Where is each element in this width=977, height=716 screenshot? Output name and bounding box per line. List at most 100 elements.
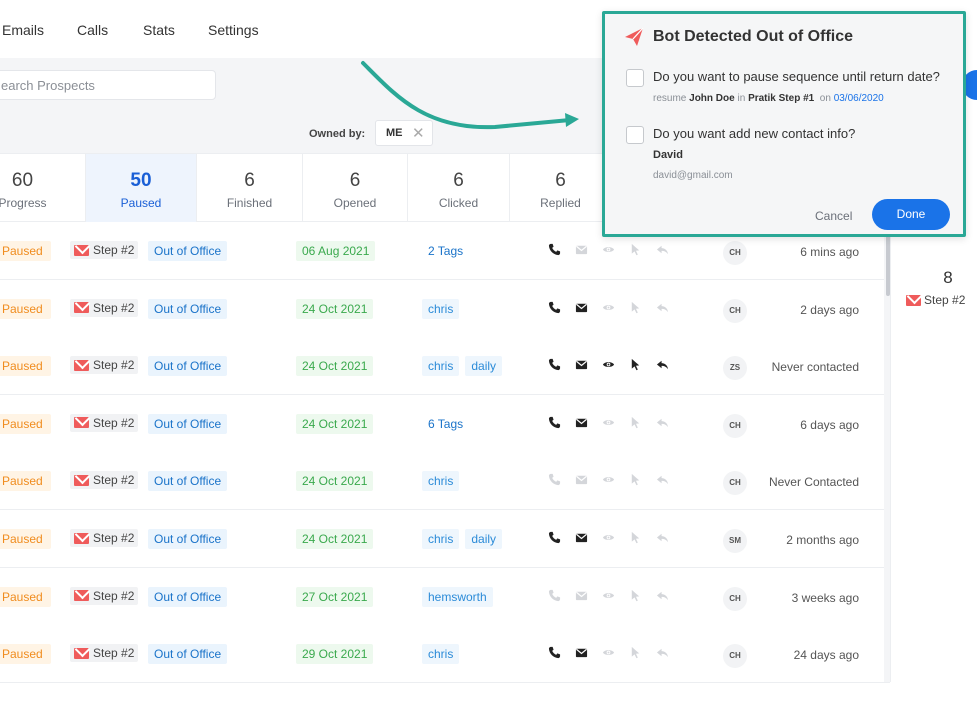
- eye-icon[interactable]: [602, 589, 615, 605]
- cursor-icon[interactable]: [629, 646, 642, 662]
- pause-sequence-checkbox[interactable]: [626, 69, 644, 87]
- step-label: Step #2: [93, 415, 135, 430]
- mail-icon: [74, 532, 89, 544]
- add-contact-checkbox[interactable]: [626, 126, 644, 144]
- reply-icon[interactable]: [656, 358, 669, 374]
- cursor-icon[interactable]: [629, 473, 642, 489]
- tab-clicked[interactable]: 6 Clicked: [408, 154, 510, 222]
- mail-icon[interactable]: [575, 646, 588, 662]
- resume-date: 24 Oct 2021: [296, 471, 374, 492]
- nav-emails[interactable]: Emails: [2, 22, 44, 38]
- nav-stats[interactable]: Stats: [143, 22, 175, 38]
- cancel-button[interactable]: Cancel: [815, 209, 852, 223]
- tag-chip[interactable]: chris: [422, 644, 460, 665]
- tab-paused[interactable]: 50 Paused: [86, 154, 197, 222]
- reply-icon[interactable]: [656, 646, 669, 662]
- return-date-link[interactable]: 03/06/2020: [834, 93, 884, 104]
- mail-icon: [74, 647, 89, 659]
- phone-icon[interactable]: [548, 416, 561, 432]
- avatar: CH: [723, 471, 747, 496]
- tag-chip[interactable]: daily: [465, 529, 503, 549]
- mail-icon[interactable]: [575, 589, 588, 605]
- reply-icon[interactable]: [656, 589, 669, 605]
- table-row[interactable]: Paused Step #2 Out of Office 29 Oct 2021 chr…: [0, 625, 890, 684]
- eye-icon[interactable]: [602, 301, 615, 317]
- eye-icon[interactable]: [602, 243, 615, 259]
- mail-icon[interactable]: [575, 301, 588, 317]
- search-input[interactable]: earch Prospects: [0, 70, 216, 100]
- mail-icon: [74, 590, 89, 602]
- step-badge: Step #2: [70, 356, 139, 375]
- step-label: Step #2: [93, 243, 135, 257]
- nav-calls[interactable]: Calls: [77, 22, 108, 38]
- table-row[interactable]: Paused Step #2 Out of Office 24 Oct 2021 chr…: [0, 452, 890, 511]
- eye-icon[interactable]: [602, 646, 615, 662]
- tag-chip[interactable]: daily: [465, 356, 503, 377]
- activity-icons: [548, 589, 669, 605]
- phone-icon[interactable]: [548, 646, 561, 662]
- step-badge: Step #2: [70, 471, 139, 490]
- last-contacted: 6 mins ago: [800, 245, 859, 259]
- reply-icon[interactable]: [656, 243, 669, 259]
- reply-icon[interactable]: [656, 301, 669, 317]
- cursor-icon[interactable]: [629, 416, 642, 432]
- tag-chip[interactable]: 2 Tags: [422, 241, 469, 261]
- table-row[interactable]: Paused Step #2 Out of Office 24 Oct 2021 chr…: [0, 279, 890, 338]
- cursor-icon[interactable]: [629, 531, 642, 547]
- reply-icon[interactable]: [656, 473, 669, 489]
- step-label: Step #2: [93, 473, 135, 488]
- cursor-icon[interactable]: [629, 243, 642, 259]
- mail-icon[interactable]: [575, 416, 588, 432]
- tab-replied[interactable]: 6 Replied: [510, 154, 612, 222]
- tag-chip[interactable]: chris: [422, 356, 460, 377]
- step-badge: Step #2: [70, 298, 139, 317]
- reply-icon[interactable]: [656, 531, 669, 547]
- table-row[interactable]: Paused Step #2 Out of Office 27 Oct 2021 hem…: [0, 567, 890, 626]
- tag-chip[interactable]: hemsworth: [422, 586, 493, 607]
- eye-icon[interactable]: [602, 473, 615, 489]
- phone-icon[interactable]: [548, 301, 561, 317]
- step-label: Step #2: [93, 531, 135, 545]
- step-indicator: Step #2: [906, 293, 965, 307]
- cursor-icon[interactable]: [629, 589, 642, 605]
- cursor-icon[interactable]: [629, 301, 642, 317]
- tag-chip[interactable]: 6 Tags: [422, 414, 469, 434]
- step-badge: Step #2: [70, 413, 139, 432]
- step-label: Step #2: [93, 588, 135, 603]
- pointer-arrow: [361, 61, 579, 130]
- tab-opened[interactable]: 6 Opened: [303, 154, 408, 222]
- nav-settings[interactable]: Settings: [208, 22, 259, 38]
- mail-icon[interactable]: [575, 531, 588, 547]
- tab-finished[interactable]: 6 Finished: [197, 154, 303, 222]
- mail-icon[interactable]: [575, 473, 588, 489]
- phone-icon[interactable]: [548, 358, 561, 374]
- table-row[interactable]: Paused Step #2 Out of Office 24 Oct 2021 chr…: [0, 337, 890, 396]
- phone-icon[interactable]: [548, 243, 561, 259]
- reply-icon[interactable]: [656, 416, 669, 432]
- mail-icon[interactable]: [575, 358, 588, 374]
- tag-chip[interactable]: chris: [422, 529, 460, 549]
- eye-icon[interactable]: [602, 531, 615, 547]
- tab-progress[interactable]: 60 Progress: [0, 154, 86, 222]
- table-row[interactable]: Paused Step #2 Out of Office 24 Oct 2021 6 T…: [0, 394, 890, 453]
- tag-chip[interactable]: chris: [422, 298, 460, 319]
- phone-icon[interactable]: [548, 531, 561, 547]
- step-label: Step #2: [93, 358, 135, 373]
- status-badge: Paused: [0, 241, 51, 261]
- cursor-icon[interactable]: [629, 358, 642, 374]
- phone-icon[interactable]: [548, 473, 561, 489]
- tab-count: 60: [11, 170, 34, 191]
- pause-question: Do you want to pause sequence until retu…: [653, 69, 940, 84]
- tab-label: Paused: [120, 196, 162, 210]
- tag-chip[interactable]: chris: [422, 471, 460, 492]
- search-placeholder: earch Prospects: [1, 78, 95, 93]
- eye-icon[interactable]: [602, 358, 615, 374]
- tab-count: 6: [453, 170, 464, 191]
- mail-icon[interactable]: [575, 243, 588, 259]
- resume-date: 29 Oct 2021: [296, 644, 374, 665]
- done-button[interactable]: Done: [872, 199, 950, 230]
- table-row[interactable]: Paused Step #2 Out of Office 24 Oct 2021 chr…: [0, 510, 890, 568]
- eye-icon[interactable]: [602, 416, 615, 432]
- pause-details: resume John Doe in Pratik Step #1 on 03/…: [653, 93, 884, 104]
- phone-icon[interactable]: [548, 589, 561, 605]
